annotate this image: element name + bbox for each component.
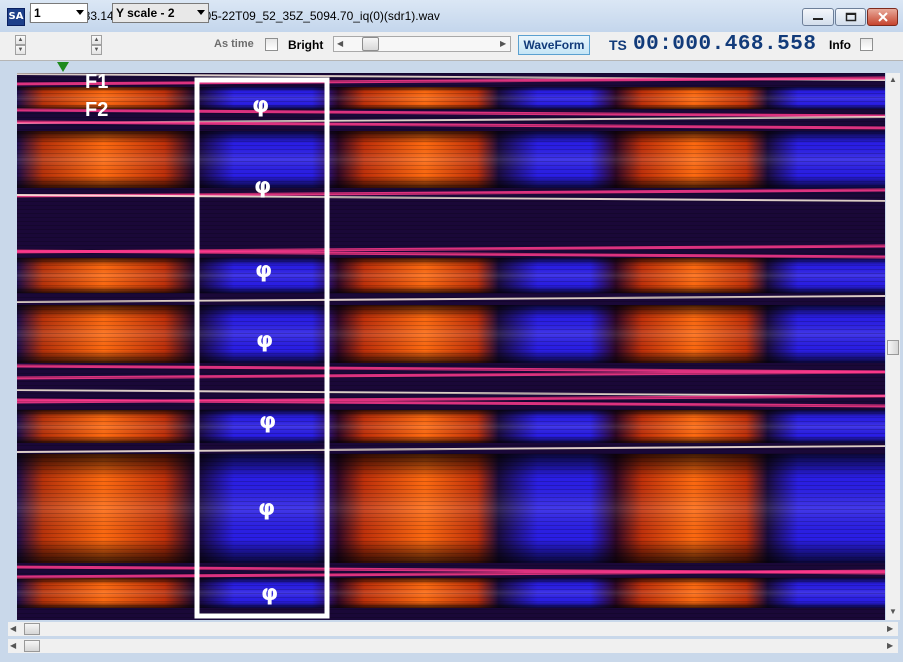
as-time-checkbox[interactable] [265,38,278,51]
horizontal-scrollbar-top[interactable]: ◀ ▶ [8,622,898,636]
scroll-right-arrow-icon[interactable]: ▶ [887,624,893,633]
phi-marker: φ [252,93,270,118]
phi-marker: φ [258,496,276,521]
as-time-label: As time [214,38,254,50]
bright-label: Bright [288,38,324,52]
yscale-select[interactable]: Y scale - 2 [112,3,209,23]
scroll-down-arrow-icon[interactable]: ▼ [889,607,897,616]
spectrogram-view[interactable]: F1 F2 φ φ φ φ φ φ φ [17,73,885,620]
phi-marker: φ [259,409,277,434]
vertical-scroll-thumb[interactable] [887,340,899,355]
window-title: [TempDir] 83.144.108.198_2020-05-22T09_5… [29,9,440,23]
close-icon [868,9,897,25]
scroll-left-arrow-icon[interactable]: ◀ [10,624,16,633]
scroll-right-arrow-icon[interactable]: ▶ [887,641,893,650]
slider-right-arrow-icon[interactable]: ▶ [500,39,506,48]
waveform-button[interactable]: WaveForm [518,35,590,55]
app-icon[interactable]: SA [7,8,25,26]
maximize-icon [836,9,865,25]
channel-select[interactable]: 1 [30,3,88,23]
timestamp-readout: 00:000.468.558 [633,33,817,56]
phi-marker: φ [254,174,272,199]
position-slider-thumb[interactable] [362,37,379,51]
phi-marker: φ [256,328,274,353]
spectrogram-canvas [17,73,885,620]
horizontal-scrollbar-bottom[interactable]: ◀ ▶ [8,639,898,653]
yscale-value: Y scale - 2 [116,6,175,20]
scroll-up-arrow-icon[interactable]: ▲ [889,75,897,84]
f1-label: F1 [85,73,109,93]
channel-value: 1 [34,6,41,20]
maximize-button[interactable] [835,8,866,26]
value-spin-up[interactable]: ▲ [91,35,102,45]
phi-marker: φ [255,258,273,283]
channel-spin-up[interactable]: ▲ [15,35,26,45]
info-checkbox[interactable] [860,38,873,51]
ts-label: TS [609,37,627,53]
f2-label: F2 [85,99,109,121]
position-slider-track[interactable] [333,36,511,52]
chevron-down-icon [76,10,84,15]
chevron-down-icon [197,10,205,15]
value-spin-down[interactable]: ▼ [91,45,102,55]
horizontal-scroll-thumb[interactable] [24,623,40,635]
minimize-icon [803,9,833,25]
horizontal-scroll-thumb[interactable] [24,640,40,652]
position-marker-icon[interactable] [57,62,69,72]
close-button[interactable] [867,8,898,26]
slider-left-arrow-icon[interactable]: ◀ [337,39,343,48]
phi-marker: φ [261,581,279,606]
scroll-left-arrow-icon[interactable]: ◀ [10,641,16,650]
minimize-button[interactable] [802,8,834,26]
info-label: Info [829,38,851,52]
channel-spin-down[interactable]: ▼ [15,45,26,55]
